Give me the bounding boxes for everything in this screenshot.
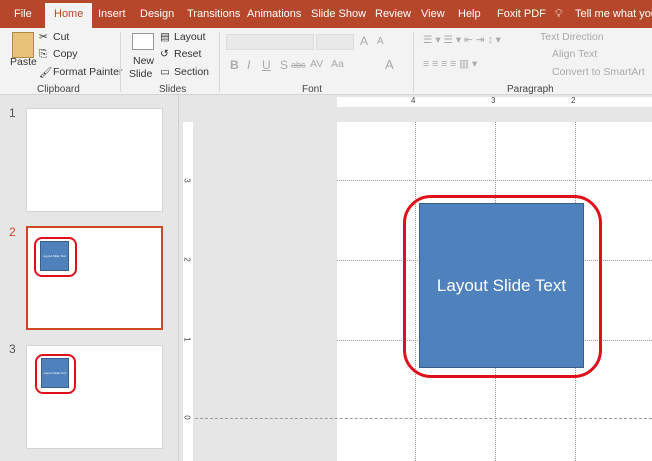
convert-smartart-button[interactable]: Convert to SmartArt xyxy=(552,66,645,78)
copy-icon: ⎘ xyxy=(39,48,48,60)
ruler-tick-label: 1 xyxy=(182,337,192,342)
format-painter-button[interactable]: Format Painter xyxy=(53,66,122,78)
thumbnail-shape: Layout Slide Text xyxy=(40,241,69,271)
section-icon: ▭ xyxy=(160,66,170,78)
font-size-dropdown[interactable] xyxy=(316,34,354,50)
section-button[interactable]: Section xyxy=(174,66,209,78)
align-text-button[interactable]: Align Text xyxy=(552,48,597,60)
font-color-button[interactable]: A xyxy=(385,57,394,72)
copy-button[interactable]: Copy xyxy=(53,48,78,60)
tab-view[interactable]: View xyxy=(421,8,445,20)
tab-help[interactable]: Help xyxy=(458,8,481,20)
change-case-button[interactable]: Aa xyxy=(331,58,344,70)
paste-icon[interactable] xyxy=(12,32,34,58)
tab-foxit-pdf[interactable]: Foxit PDF xyxy=(497,8,546,20)
ruler-tick-label: 3 xyxy=(491,96,496,105)
strikethrough-button[interactable]: abc xyxy=(291,60,306,70)
format-painter-icon: 🖌︎ xyxy=(39,67,53,79)
ruler-tick-label: 2 xyxy=(571,96,576,105)
horizontal-ruler: 4 3 2 xyxy=(337,96,652,107)
thumbnail-shape: Layout Slide Text xyxy=(41,358,69,388)
bold-button[interactable]: B xyxy=(230,58,239,72)
lightbulb-icon: 💡︎ xyxy=(555,8,563,20)
reset-button[interactable]: Reset xyxy=(174,48,201,60)
shadow-button[interactable]: S xyxy=(280,58,288,72)
underline-button[interactable]: U xyxy=(262,58,271,72)
slide-number: 3 xyxy=(9,342,16,356)
layout-icon: ▤ xyxy=(160,31,170,43)
slide-thumbnail-1[interactable] xyxy=(26,108,163,212)
alignment-icons[interactable]: ≡ ≡ ≡ ≡ ▥ ▾ xyxy=(423,58,477,70)
ruler-tick-label: 4 xyxy=(411,96,416,105)
ribbon: Paste ✂ Cut ⎘ Copy 🖌︎ Format Painter Cli… xyxy=(0,28,652,95)
cut-button[interactable]: Cut xyxy=(53,31,69,43)
paragraph-group-label: Paragraph xyxy=(507,84,554,95)
layout-text-shape[interactable]: Layout Slide Text xyxy=(419,203,584,368)
italic-button[interactable]: I xyxy=(247,58,250,72)
text-direction-button[interactable]: Text Direction xyxy=(540,31,604,43)
tab-design[interactable]: Design xyxy=(140,8,174,20)
shrink-font-button[interactable]: A xyxy=(377,36,384,47)
tab-review[interactable]: Review xyxy=(375,8,411,20)
tab-slide-show[interactable]: Slide Show xyxy=(311,8,366,20)
scissors-icon: ✂ xyxy=(39,31,48,43)
tab-insert[interactable]: Insert xyxy=(98,8,126,20)
new-slide-button[interactable]: New xyxy=(133,55,154,67)
grow-font-button[interactable]: A xyxy=(360,34,368,48)
reset-icon: ↺ xyxy=(160,48,169,60)
slide-number: 2 xyxy=(9,225,16,239)
ribbon-tabs: File Home Insert Design Transitions Anim… xyxy=(0,0,652,28)
slides-group-label: Slides xyxy=(159,84,187,95)
char-spacing-button[interactable]: AV xyxy=(310,58,323,70)
ruler-tick-label: 0 xyxy=(182,415,192,420)
ruler-tick-label: 3 xyxy=(182,178,192,183)
tab-file[interactable]: File xyxy=(14,8,32,20)
paste-button[interactable]: Paste xyxy=(10,56,37,68)
new-slide-button-label[interactable]: Slide xyxy=(129,68,152,80)
font-group-label: Font xyxy=(302,84,323,95)
new-slide-icon xyxy=(132,33,154,50)
layout-button[interactable]: Layout xyxy=(174,31,206,43)
tab-transitions[interactable]: Transitions xyxy=(187,8,240,20)
ruler-tick-label: 2 xyxy=(182,257,192,262)
bullets-icon[interactable]: ☰ ▾ ☰ ▾ ⇤ ⇥ ↕ ▾ xyxy=(423,34,501,46)
tab-home[interactable]: Home xyxy=(45,3,93,28)
tell-me-search[interactable]: Tell me what you wa xyxy=(575,8,652,20)
tab-animations[interactable]: Animations xyxy=(247,8,301,20)
font-name-dropdown[interactable] xyxy=(226,34,314,50)
slide-number: 1 xyxy=(9,106,16,120)
clipboard-group-label: Clipboard xyxy=(37,84,80,95)
vertical-ruler: 3 2 1 0 xyxy=(183,122,193,461)
